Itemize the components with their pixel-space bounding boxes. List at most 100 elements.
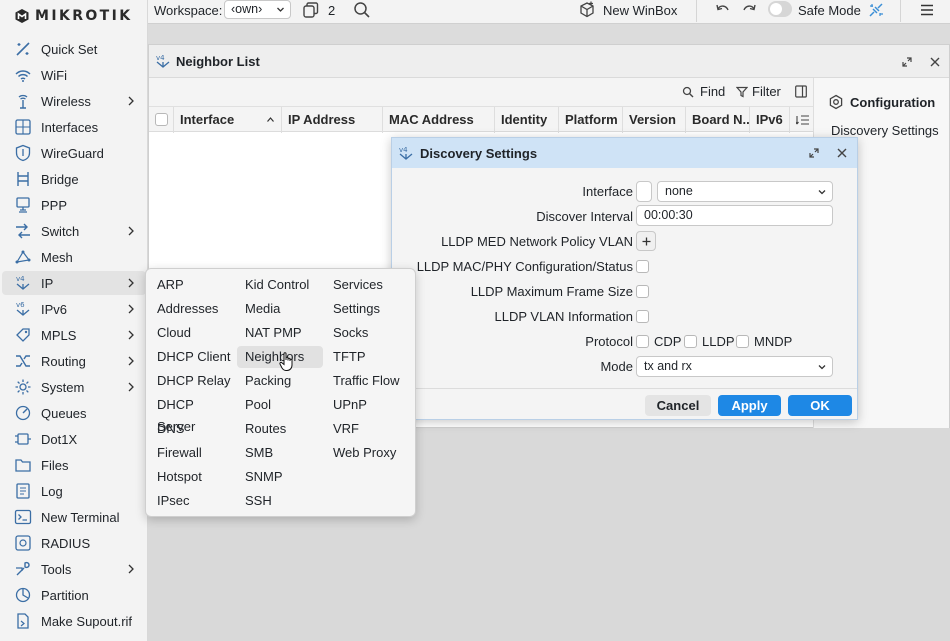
sidebar-item-mesh[interactable]: Mesh <box>2 245 146 269</box>
disconnect-icon[interactable] <box>867 1 885 19</box>
ip-menu-item-nat-pmp[interactable]: NAT PMP <box>237 322 323 344</box>
undo-icon[interactable] <box>714 1 732 19</box>
lldp-max-frame-checkbox[interactable] <box>636 285 649 298</box>
sidebar-item-ipv6[interactable]: v6 IPv6 <box>2 297 146 321</box>
ip-menu-item-dns[interactable]: DNS <box>149 418 235 440</box>
search-icon[interactable] <box>353 1 371 19</box>
sidebar-item-files[interactable]: Files <box>2 453 146 477</box>
workspace-select[interactable]: ‹own› <box>224 0 291 19</box>
hamburger-menu-icon[interactable] <box>918 1 936 19</box>
ip-menu-item-kid-control[interactable]: Kid Control <box>237 274 323 296</box>
filter-button[interactable]: Filter <box>752 84 781 99</box>
ip-menu-item-tftp[interactable]: TFTP <box>325 346 411 368</box>
maximize-icon[interactable] <box>808 147 820 159</box>
sidebar-item-quick-set[interactable]: Quick Set <box>2 37 146 61</box>
filter-icon[interactable] <box>736 86 748 98</box>
safe-mode-toggle[interactable] <box>768 1 792 17</box>
sidebar-item-switch[interactable]: Switch <box>2 219 146 243</box>
column-ip-address[interactable]: IP Address <box>282 107 383 133</box>
sidebar-item-interfaces[interactable]: Interfaces <box>2 115 146 139</box>
maximize-icon[interactable] <box>901 56 913 68</box>
sidebar-item-ip[interactable]: v4 IP <box>2 271 146 295</box>
column-mac-address[interactable]: MAC Address <box>383 107 495 133</box>
interface-invert-checkbox[interactable] <box>636 181 652 202</box>
column-board-name[interactable]: Board N... <box>686 107 750 133</box>
redo-icon[interactable] <box>740 1 758 19</box>
ip-menu-item-dhcp-client[interactable]: DHCP Client <box>149 346 235 368</box>
sidebar-item-bridge[interactable]: Bridge <box>2 167 146 191</box>
sidebar-item-wireless[interactable]: Wireless <box>2 89 146 113</box>
protocol-lldp-checkbox[interactable] <box>684 335 697 348</box>
ip-menu-item-packing[interactable]: Packing <box>237 370 323 392</box>
ip-menu-item-ipsec[interactable]: IPsec <box>149 490 235 512</box>
sidebar-item-make-supout-rif[interactable]: Make Supout.rif <box>2 609 146 633</box>
ip-menu-item-hotspot[interactable]: Hotspot <box>149 466 235 488</box>
protocol-cdp-checkbox[interactable] <box>636 335 649 348</box>
cancel-button[interactable]: Cancel <box>645 395 711 416</box>
sidebar-item-queues[interactable]: Queues <box>2 401 146 425</box>
sidebar-item-partition[interactable]: Partition <box>2 583 146 607</box>
discovery-settings-link[interactable]: Discovery Settings <box>831 123 939 138</box>
chevron-right-icon <box>128 304 134 314</box>
ip-menu-item-snmp[interactable]: SNMP <box>237 466 323 488</box>
ip-menu-item-firewall[interactable]: Firewall <box>149 442 235 464</box>
column-ipv6[interactable]: IPv6 <box>750 107 790 133</box>
search-icon[interactable] <box>682 86 694 98</box>
new-winbox-button[interactable]: New WinBox <box>603 3 677 18</box>
ip-menu-item-addresses[interactable]: Addresses <box>149 298 235 320</box>
column-settings-icon[interactable] <box>796 114 810 126</box>
ip-menu-item-services[interactable]: Services <box>325 274 411 296</box>
protocol-mndp-checkbox[interactable] <box>736 335 749 348</box>
sidebar-item-system[interactable]: System <box>2 375 146 399</box>
apply-button[interactable]: Apply <box>718 395 781 416</box>
ip-menu-item-upnp[interactable]: UPnP <box>325 394 411 416</box>
select-all-checkbox[interactable] <box>155 113 168 126</box>
ip-menu-item-cloud[interactable]: Cloud <box>149 322 235 344</box>
column-interface[interactable]: Interface <box>174 107 282 133</box>
ip-menu-item-routes[interactable]: Routes <box>237 418 323 440</box>
ip-menu-item-dhcp-relay[interactable]: DHCP Relay <box>149 370 235 392</box>
ok-button[interactable]: OK <box>788 395 852 416</box>
mode-select[interactable]: tx and rx <box>636 356 833 377</box>
ip-menu-item-vrf[interactable]: VRF <box>325 418 411 440</box>
ip-menu-item-media[interactable]: Media <box>237 298 323 320</box>
sidebar-item-routing[interactable]: Routing <box>2 349 146 373</box>
sidebar-item-tools[interactable]: Tools <box>2 557 146 581</box>
side-panel-icon[interactable] <box>795 85 807 98</box>
new-winbox-icon[interactable] <box>578 1 596 19</box>
discover-interval-input[interactable]: 00:00:30 <box>636 205 833 226</box>
protocol-label: Protocol <box>585 334 633 349</box>
sidebar-item-log[interactable]: Log <box>2 479 146 503</box>
lldp-med-vlan-add-button[interactable] <box>636 231 656 251</box>
discovery-settings-titlebar[interactable]: v4 Discovery Settings <box>392 138 857 168</box>
ip-menu-item-traffic-flow[interactable]: Traffic Flow <box>325 370 411 392</box>
ip-menu-item-ssh[interactable]: SSH <box>237 490 323 512</box>
column-identity[interactable]: Identity <box>495 107 559 133</box>
configuration-icon <box>829 94 843 110</box>
close-icon[interactable] <box>929 56 941 68</box>
ip-menu-item-dhcp-server[interactable]: DHCP Server <box>149 394 235 434</box>
neighbor-list-titlebar[interactable]: v4 Neighbor List <box>149 45 949 78</box>
sidebar-item-wireguard[interactable]: WireGuard <box>2 141 146 165</box>
lldp-vlan-info-checkbox[interactable] <box>636 310 649 323</box>
ip-menu-item-arp[interactable]: ARP <box>149 274 235 296</box>
sidebar-item-dot1x[interactable]: Dot1X <box>2 427 146 451</box>
windows-stack-icon[interactable] <box>302 1 320 19</box>
ip-menu-item-socks[interactable]: Socks <box>325 322 411 344</box>
sidebar-item-ppp[interactable]: PPP <box>2 193 146 217</box>
dot1x-icon <box>15 433 31 445</box>
find-button[interactable]: Find <box>700 84 725 99</box>
ip-menu-item-web-proxy[interactable]: Web Proxy <box>325 442 411 464</box>
column-version[interactable]: Version <box>623 107 686 133</box>
close-icon[interactable] <box>836 147 848 159</box>
sidebar-item-wifi[interactable]: WiFi <box>2 63 146 87</box>
lldp-mac-phy-checkbox[interactable] <box>636 260 649 273</box>
sidebar-item-new-terminal[interactable]: New Terminal <box>2 505 146 529</box>
column-platform[interactable]: Platform <box>559 107 623 133</box>
ip-menu-item-settings[interactable]: Settings <box>325 298 411 320</box>
sidebar-item-mpls[interactable]: MPLS <box>2 323 146 347</box>
sidebar-item-radius[interactable]: RADIUS <box>2 531 146 555</box>
ip-menu-item-smb[interactable]: SMB <box>237 442 323 464</box>
interface-select[interactable]: none <box>657 181 833 202</box>
ip-menu-item-pool[interactable]: Pool <box>237 394 323 416</box>
